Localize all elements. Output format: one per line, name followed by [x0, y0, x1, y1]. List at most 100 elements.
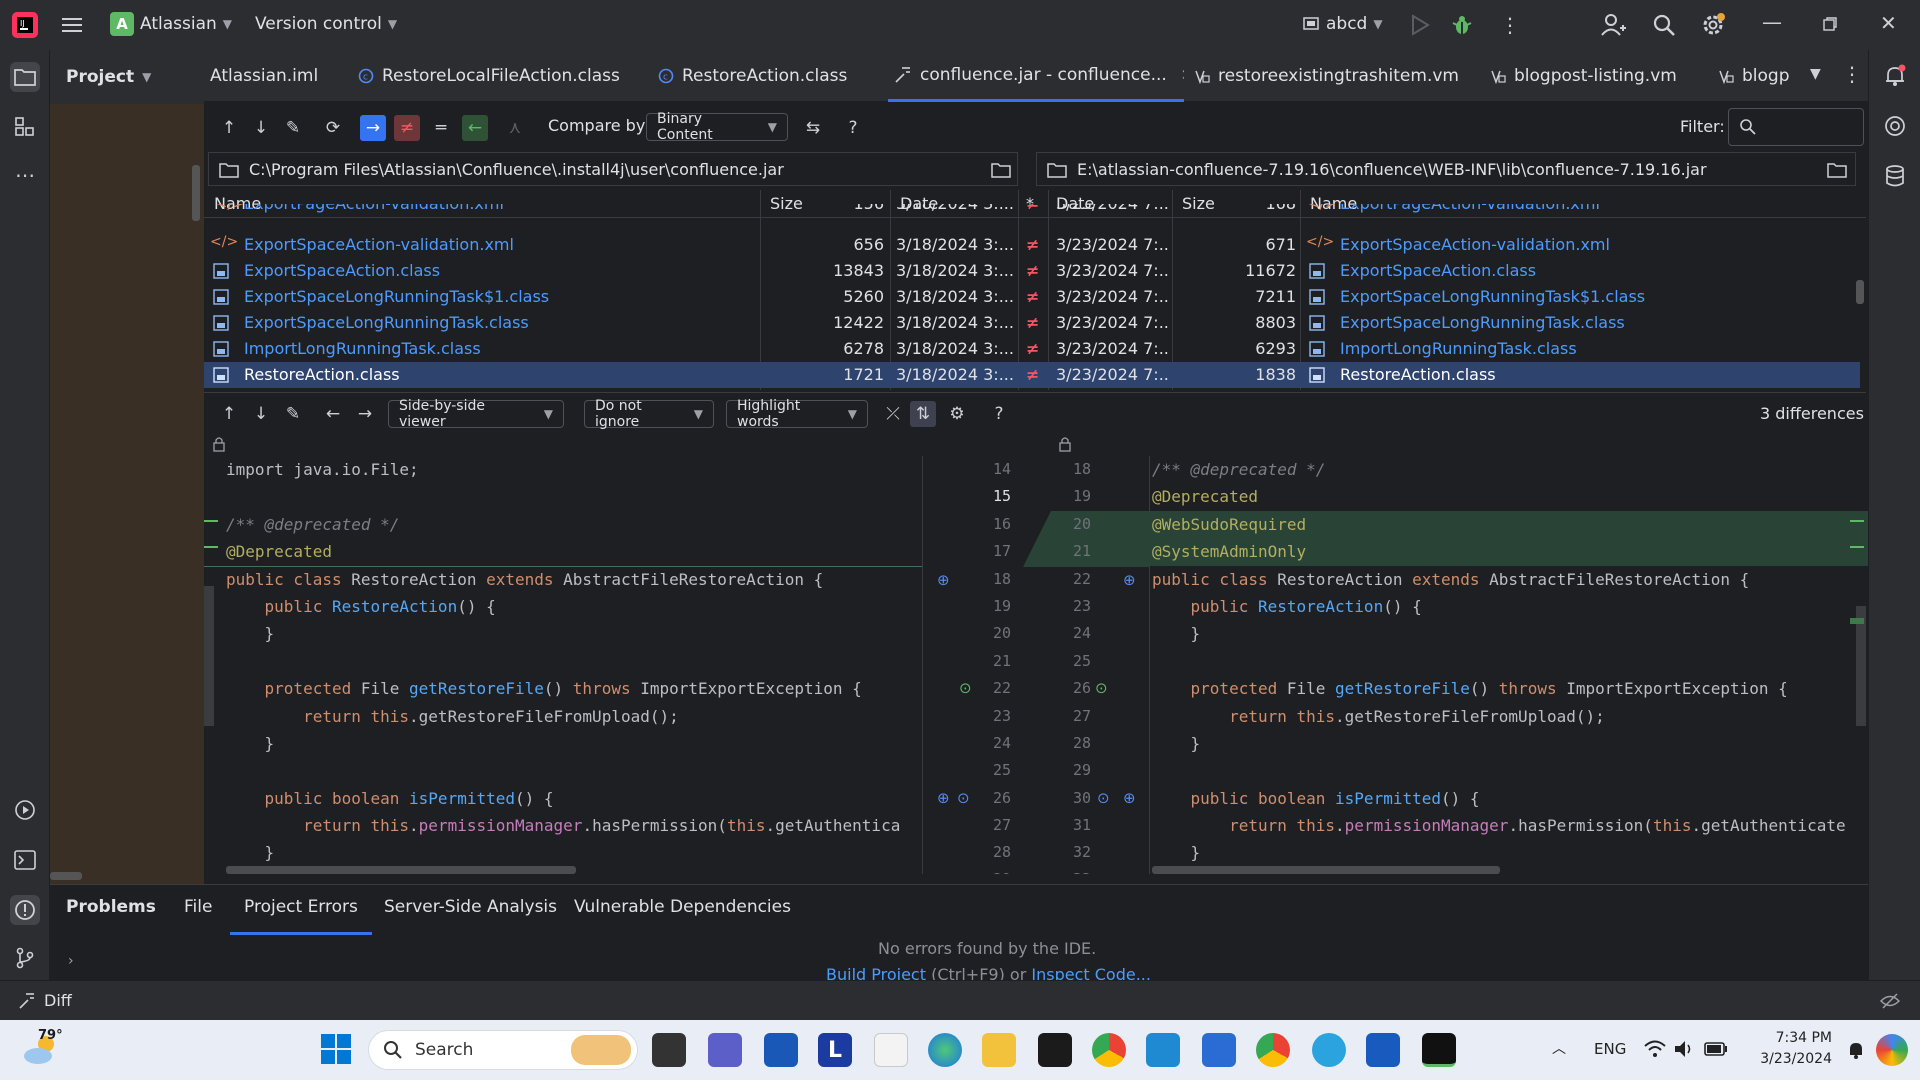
taskbar-intellij-icon[interactable] — [1422, 1033, 1456, 1067]
intellij-logo-icon[interactable]: IJ — [12, 12, 38, 38]
taskbar-terminal-icon[interactable] — [1038, 1033, 1072, 1067]
project-tool-folder-icon[interactable] — [10, 62, 40, 92]
swap-sides-icon[interactable]: ⇆ — [800, 115, 826, 141]
problems-tab-server-side-analysis[interactable]: Server-Side Analysis — [384, 897, 557, 935]
edit-pencil-icon[interactable]: ✎ — [280, 115, 306, 141]
vcs-selector[interactable]: Version control ▼ — [255, 14, 397, 34]
edit-pencil-icon[interactable]: ✎ — [280, 401, 306, 427]
show-equal-icon[interactable]: ═ — [428, 115, 454, 141]
table-row[interactable]: ExportSpaceLongRunningTask$1.class 5260 … — [204, 284, 1860, 310]
wifi-icon[interactable] — [1644, 1040, 1666, 1058]
taskbar-chrome-icon[interactable] — [1092, 1033, 1126, 1067]
viewer-mode-dropdown[interactable]: Side-by-side viewer ▼ — [388, 398, 564, 430]
project-selector[interactable]: A Atlassian ▼ — [110, 12, 232, 36]
notification-bell-icon[interactable] — [1846, 1040, 1866, 1060]
add-user-icon[interactable] — [1600, 12, 1626, 38]
copilot-icon[interactable] — [1876, 1034, 1908, 1066]
find-usages-icon[interactable]: ⊕ — [937, 789, 950, 807]
table-row[interactable]: </> ExportPageAction-validation.xml 156 … — [204, 204, 1860, 218]
taskbar-search-box[interactable]: Search — [368, 1030, 638, 1070]
close-window-icon[interactable]: ✕ — [1880, 11, 1897, 35]
implements-method-icon[interactable]: ⊙ — [1097, 789, 1110, 807]
show-different-icon[interactable]: ≠ — [394, 115, 420, 141]
ignore-mode-dropdown[interactable]: Do not ignore ▼ — [584, 398, 714, 430]
next-change-arrow-down-icon[interactable]: ↓ — [248, 401, 274, 427]
taskbar-calendar-icon[interactable] — [874, 1033, 908, 1067]
clock-time[interactable]: 7:34 PM — [1752, 1030, 1832, 1046]
tab-blogpost-listing[interactable]: blogpost-listing.vm — [1490, 50, 1677, 102]
table-row[interactable]: ExportSpaceLongRunningTask.class 12422 3… — [204, 310, 1860, 336]
settings-gear-icon[interactable] — [1700, 12, 1726, 38]
structure-icon[interactable] — [10, 112, 40, 142]
compare-by-dropdown[interactable]: Binary Content ▼ — [646, 111, 788, 143]
project-scrollbar[interactable] — [192, 165, 200, 221]
taskbar-vscode-icon[interactable] — [1146, 1033, 1180, 1067]
battery-icon[interactable] — [1704, 1042, 1728, 1056]
implements-method-icon[interactable]: ⊙ — [957, 789, 970, 807]
run-icon[interactable] — [1410, 14, 1430, 36]
right-scroll-strip[interactable] — [1856, 606, 1866, 726]
left-code-editor[interactable]: import java.io.File; /** @deprecated */ … — [204, 456, 922, 874]
left-hscrollbar[interactable] — [226, 866, 576, 874]
project-hscrollbar[interactable] — [50, 872, 82, 880]
database-icon[interactable] — [1884, 164, 1906, 188]
hide-eye-icon[interactable] — [1880, 992, 1900, 1010]
debug-icon[interactable] — [1450, 13, 1474, 37]
taskbar-notepad-icon[interactable] — [1202, 1033, 1236, 1067]
sync-scroll-icon[interactable]: ⇅ — [910, 401, 936, 427]
services-run-icon[interactable] — [10, 795, 40, 825]
prev-difference-arrow-up-icon[interactable]: ↑ — [216, 115, 242, 141]
tab-blogp-truncated[interactable]: blogp — [1718, 50, 1792, 102]
prev-change-arrow-up-icon[interactable]: ↑ — [216, 401, 242, 427]
ai-assistant-icon[interactable] — [1883, 114, 1907, 138]
left-path-field[interactable]: C:\Program Files\Atlassian\Confluence\.i… — [208, 152, 1018, 186]
highlight-mode-dropdown[interactable]: Highlight words ▼ — [726, 398, 868, 430]
problems-tab-vulnerable-dependencies[interactable]: Vulnerable Dependencies — [574, 897, 791, 935]
table-row-selected[interactable]: RestoreAction.class 1721 3/18/2024 3:...… — [204, 362, 1860, 388]
taskbar-word-icon[interactable] — [1366, 1033, 1400, 1067]
show-new-on-right-icon[interactable]: ← — [462, 115, 488, 141]
right-path-field[interactable]: E:\atlassian-confluence-7.19.16\confluen… — [1036, 152, 1856, 186]
taskbar-teams-icon[interactable] — [708, 1033, 742, 1067]
more-tools-icon[interactable]: ⋯ — [10, 160, 40, 190]
overrides-method-icon[interactable]: ⊙ — [1095, 679, 1108, 697]
git-branch-icon[interactable] — [10, 943, 40, 973]
problems-tab-project-errors[interactable]: Project Errors — [230, 897, 372, 935]
taskbar-telegram-icon[interactable] — [1312, 1033, 1346, 1067]
taskbar-l-app-icon[interactable]: L — [818, 1033, 852, 1067]
taskbar-store-icon[interactable] — [764, 1033, 798, 1067]
collapse-unchanged-icon[interactable]: ⤫ — [880, 401, 906, 427]
clock-date[interactable]: 3/23/2024 — [1742, 1051, 1832, 1067]
tabs-more-icon[interactable]: ⋮ — [1842, 62, 1862, 86]
synchronize-icon[interactable]: ⋏ — [502, 115, 528, 141]
input-language[interactable]: ENG — [1594, 1040, 1626, 1058]
next-file-arrow-right-icon[interactable]: → — [352, 401, 378, 427]
expand-chevron-right-icon[interactable]: › — [68, 953, 74, 969]
volume-icon[interactable] — [1674, 1040, 1696, 1058]
main-menu-icon[interactable] — [60, 13, 84, 37]
taskbar-task-view-icon[interactable] — [652, 1033, 686, 1067]
notifications-bell-icon[interactable] — [1883, 64, 1907, 88]
table-row[interactable]: ExportSpaceAction.class 13843 3/18/2024 … — [204, 258, 1860, 284]
refresh-icon[interactable]: ⟳ — [320, 115, 346, 141]
problems-tab-file[interactable]: File — [184, 897, 212, 935]
next-difference-arrow-down-icon[interactable]: ↓ — [248, 115, 274, 141]
project-tree[interactable] — [50, 104, 204, 884]
taskbar-edge-icon[interactable] — [928, 1033, 962, 1067]
prev-file-arrow-left-icon[interactable]: ← — [320, 401, 346, 427]
settings-gear-icon[interactable]: ⚙ — [944, 401, 970, 427]
lock-icon[interactable] — [212, 436, 226, 452]
help-icon[interactable]: ? — [840, 115, 866, 141]
problems-icon[interactable] — [10, 895, 40, 925]
right-code-editor[interactable]: /** @deprecated */ @Deprecated @WebSudoR… — [1150, 456, 1868, 874]
tab-restorelocalfileaction[interactable]: c RestoreLocalFileAction.class — [358, 50, 620, 102]
taskbar-chrome-profile-icon[interactable] — [1256, 1033, 1290, 1067]
table-row[interactable]: </> ExportSpaceAction-validation.xml 656… — [204, 232, 1860, 258]
close-tab-icon[interactable]: ✕ — [1181, 66, 1184, 84]
run-config-selector[interactable]: abcd ▼ — [1302, 14, 1383, 34]
find-usages-icon[interactable]: ⊕ — [1123, 789, 1136, 807]
table-row[interactable]: ImportLongRunningTask.class 6278 3/18/20… — [204, 336, 1860, 362]
browse-folder-icon[interactable] — [1827, 161, 1847, 179]
help-icon[interactable]: ? — [986, 401, 1012, 427]
restore-window-icon[interactable] — [1822, 16, 1838, 32]
